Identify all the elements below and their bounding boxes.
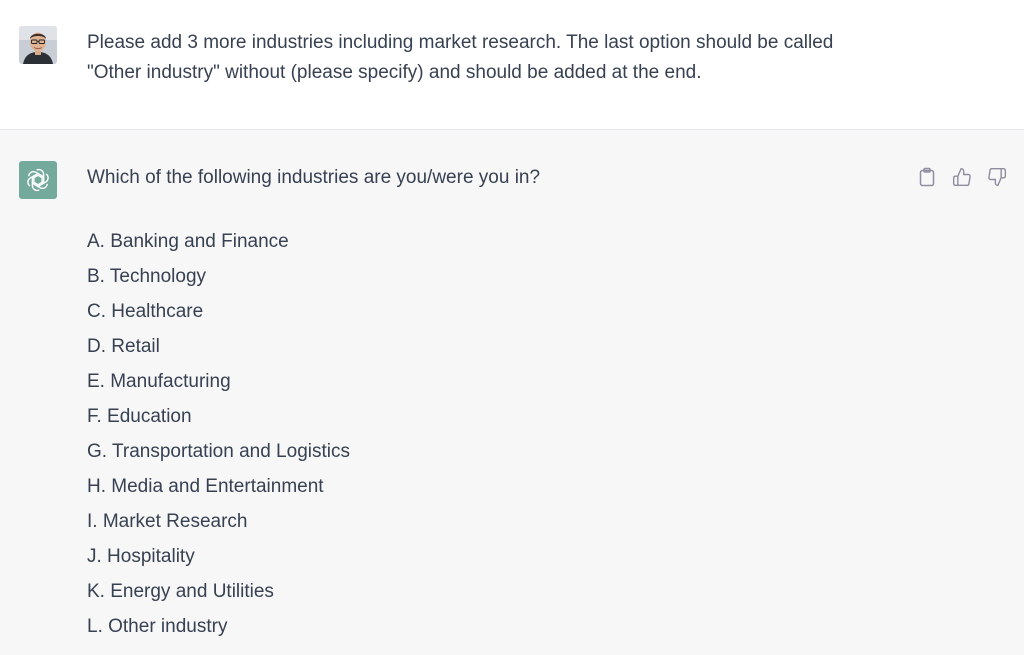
copy-button[interactable] <box>915 165 938 188</box>
user-avatar <box>19 26 57 64</box>
list-item: G. Transportation and Logistics <box>87 441 350 462</box>
list-item: B. Technology <box>87 266 207 287</box>
chat-conversation: Please add 3 more industries including m… <box>0 0 1024 655</box>
list-item: L. Other industry <box>87 616 228 637</box>
thumbs-down-button[interactable] <box>985 165 1008 188</box>
list-item: J. Hospitality <box>87 546 195 567</box>
clipboard-icon <box>918 167 936 187</box>
industry-options-list: A. Banking and Finance B. Technology C. … <box>87 224 350 644</box>
assistant-message: Which of the following industries are yo… <box>0 130 1024 655</box>
list-item: C. Healthcare <box>87 301 204 322</box>
list-item: D. Retail <box>87 336 160 357</box>
openai-logo-icon <box>19 161 57 199</box>
assistant-intro-text: Which of the following industries are yo… <box>87 167 541 188</box>
list-item: H. Media and Entertainment <box>87 476 324 497</box>
list-item: F. Education <box>87 406 192 427</box>
list-item: I. Market Research <box>87 511 248 532</box>
user-message: Please add 3 more industries including m… <box>0 0 1024 130</box>
message-actions <box>915 165 1008 188</box>
thumbs-down-icon <box>987 167 1007 187</box>
user-message-text: Please add 3 more industries including m… <box>87 32 834 83</box>
thumbs-up-icon <box>952 167 972 187</box>
list-item: E. Manufacturing <box>87 371 231 392</box>
list-item: A. Banking and Finance <box>87 231 289 252</box>
thumbs-up-button[interactable] <box>950 165 973 188</box>
list-item: K. Energy and Utilities <box>87 581 274 602</box>
